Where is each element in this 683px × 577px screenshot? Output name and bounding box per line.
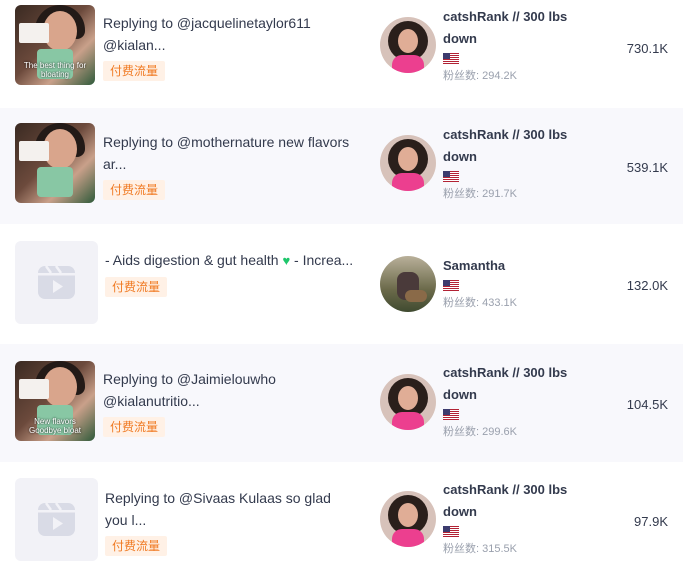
avatar-face bbox=[398, 147, 418, 171]
follower-count: 粉丝数: 299.6K bbox=[443, 426, 517, 438]
creator-avatar[interactable] bbox=[380, 374, 436, 430]
list-item[interactable]: - Aids digestion & gut health ♥ - Increa… bbox=[0, 224, 683, 344]
thumbnail-reply-card bbox=[19, 379, 49, 399]
paid-traffic-tag: 付费流量 bbox=[103, 417, 166, 437]
creator-avatar[interactable] bbox=[380, 491, 436, 547]
creator-avatar[interactable] bbox=[380, 17, 436, 73]
video-info: Replying to @jacquelinetaylor611 @kialan… bbox=[103, 12, 355, 81]
thumbnail-caption: The best thing for bloating bbox=[23, 61, 87, 79]
follower-count: 粉丝数: 433.1K bbox=[443, 297, 517, 309]
us-flag-icon bbox=[443, 53, 459, 64]
view-count: 730.1K bbox=[626, 41, 668, 56]
video-thumbnail[interactable]: New flavors Goodbye bloat bbox=[15, 361, 95, 441]
avatar-face bbox=[398, 386, 418, 410]
video-info: - Aids digestion & gut health ♥ - Increa… bbox=[105, 249, 357, 297]
view-count: 539.1K bbox=[626, 160, 668, 175]
video-thumbnail[interactable]: The best thing for bloating bbox=[15, 5, 95, 85]
video-placeholder-icon bbox=[38, 502, 75, 536]
avatar-shirt bbox=[392, 529, 424, 547]
list-item[interactable]: The best thing for bloating Replying to … bbox=[0, 0, 683, 108]
list-item[interactable]: New flavors Goodbye bloat Replying to @J… bbox=[0, 344, 683, 462]
follower-count: 粉丝数: 294.2K bbox=[443, 70, 517, 82]
creator-info: catshRank // 300 lbs down 粉丝数: 299.6K bbox=[443, 362, 573, 439]
video-title[interactable]: Replying to @Sivaas Kulaas so glad you l… bbox=[105, 487, 357, 531]
thumbnail-reply-card bbox=[19, 141, 49, 161]
thumbnail-reply-card bbox=[19, 23, 49, 43]
video-title[interactable]: Replying to @jacquelinetaylor611 @kialan… bbox=[103, 12, 355, 56]
view-count: 104.5K bbox=[626, 397, 668, 412]
creator-name[interactable]: catshRank // 300 lbs down bbox=[443, 479, 573, 523]
video-thumbnail[interactable] bbox=[15, 123, 95, 203]
paid-traffic-tag: 付费流量 bbox=[105, 536, 168, 556]
creator-name[interactable]: Samantha bbox=[443, 255, 573, 277]
paid-traffic-tag: 付费流量 bbox=[105, 277, 168, 297]
us-flag-icon bbox=[443, 526, 459, 537]
avatar-face bbox=[398, 29, 418, 53]
us-flag-icon bbox=[443, 171, 459, 182]
paid-traffic-tag: 付费流量 bbox=[103, 180, 166, 200]
creator-info: catshRank // 300 lbs down 粉丝数: 294.2K bbox=[443, 6, 573, 83]
paid-traffic-tag: 付费流量 bbox=[103, 61, 166, 81]
video-list: The best thing for bloating Replying to … bbox=[0, 0, 683, 577]
creator-info: catshRank // 300 lbs down 粉丝数: 291.7K bbox=[443, 124, 573, 201]
creator-name[interactable]: catshRank // 300 lbs down bbox=[443, 124, 573, 168]
video-title[interactable]: Replying to @mothernature new flavors ar… bbox=[103, 131, 355, 175]
video-info: Replying to @Sivaas Kulaas so glad you l… bbox=[105, 487, 357, 556]
us-flag-icon bbox=[443, 280, 459, 291]
creator-avatar[interactable] bbox=[380, 256, 436, 312]
video-thumbnail-placeholder[interactable] bbox=[15, 478, 98, 561]
video-title[interactable]: - Aids digestion & gut health ♥ - Increa… bbox=[105, 249, 357, 272]
thumbnail-drink-cup bbox=[37, 167, 73, 197]
view-count: 97.9K bbox=[634, 514, 668, 529]
video-title-suffix: - Increa... bbox=[290, 252, 354, 268]
video-placeholder-icon bbox=[38, 265, 75, 299]
us-flag-icon bbox=[443, 409, 459, 420]
view-count: 132.0K bbox=[626, 278, 668, 293]
creator-name[interactable]: catshRank // 300 lbs down bbox=[443, 362, 573, 406]
creator-avatar[interactable] bbox=[380, 135, 436, 191]
green-heart-icon: ♥ bbox=[282, 253, 291, 268]
video-info: Replying to @mothernature new flavors ar… bbox=[103, 131, 355, 200]
video-title[interactable]: Replying to @Jaimielouwho @kialanutritio… bbox=[103, 368, 355, 412]
list-item[interactable]: Replying to @mothernature new flavors ar… bbox=[0, 108, 683, 224]
follower-count: 粉丝数: 315.5K bbox=[443, 543, 517, 555]
avatar-shirt bbox=[392, 173, 424, 191]
avatar-shirt bbox=[392, 55, 424, 73]
avatar-face bbox=[398, 503, 418, 527]
video-info: Replying to @Jaimielouwho @kialanutritio… bbox=[103, 368, 355, 437]
video-title-text: - Aids digestion & gut health bbox=[105, 252, 279, 268]
avatar-shirt bbox=[392, 412, 424, 430]
list-item[interactable]: Replying to @Sivaas Kulaas so glad you l… bbox=[0, 462, 683, 577]
avatar-dog bbox=[405, 290, 427, 302]
creator-name[interactable]: catshRank // 300 lbs down bbox=[443, 6, 573, 50]
follower-count: 粉丝数: 291.7K bbox=[443, 188, 517, 200]
creator-info: Samantha 粉丝数: 433.1K bbox=[443, 255, 573, 310]
creator-info: catshRank // 300 lbs down 粉丝数: 315.5K bbox=[443, 479, 573, 556]
thumbnail-caption: New flavors Goodbye bloat bbox=[28, 417, 82, 435]
video-thumbnail-placeholder[interactable] bbox=[15, 241, 98, 324]
